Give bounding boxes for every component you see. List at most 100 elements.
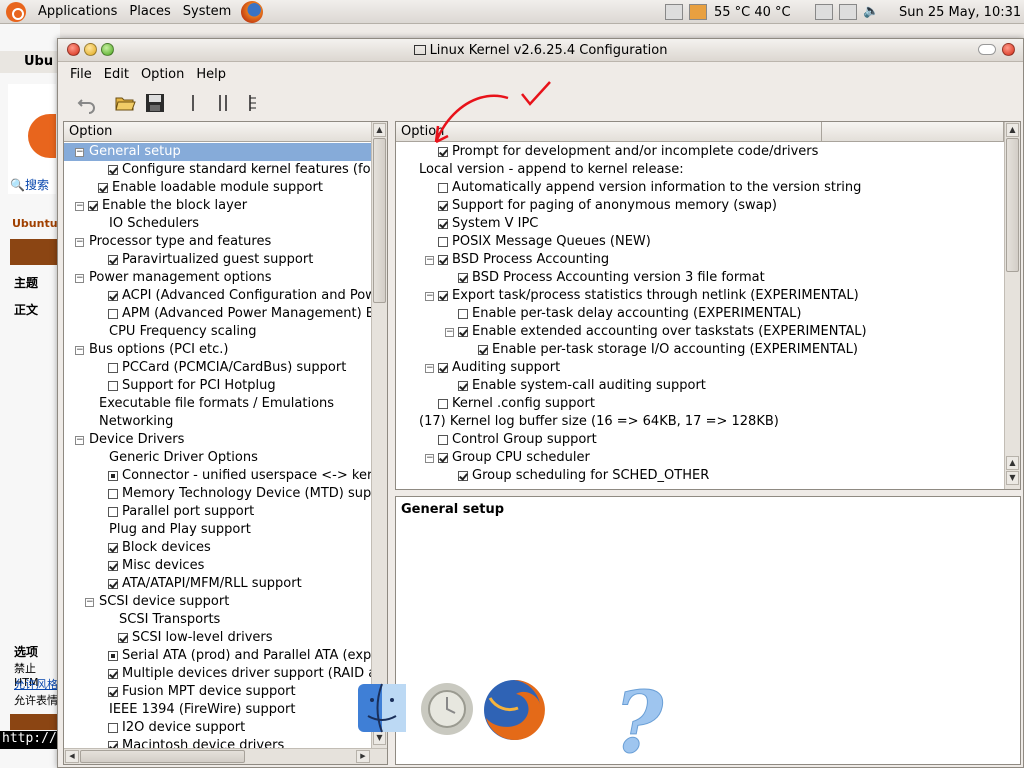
close-right-button[interactable] — [1002, 43, 1015, 56]
option-checkbox[interactable] — [458, 327, 468, 337]
collapse-toggle-icon[interactable]: − — [75, 346, 84, 355]
tree-item-row[interactable]: CPU Frequency scaling — [64, 323, 372, 341]
tree-item-row[interactable]: ATA/ATAPI/MFM/RLL support — [64, 575, 372, 593]
option-checkbox[interactable] — [108, 165, 118, 175]
tree-item-row[interactable]: Configure standard kernel features (for … — [64, 161, 387, 179]
option-checkbox[interactable] — [108, 579, 118, 589]
option-checkbox[interactable] — [438, 435, 448, 445]
right-column-header-2[interactable] — [822, 122, 1004, 142]
left-scroll-thumb[interactable] — [373, 138, 386, 303]
tree-item-row[interactable]: − Device Drivers — [64, 431, 372, 449]
split-view-icon[interactable] — [208, 90, 238, 116]
config-item-row[interactable]: POSIX Message Queues (NEW) — [396, 233, 1004, 251]
left-horizontal-scrollbar[interactable]: ◀ ▶ — [64, 748, 387, 764]
tree-item-row[interactable]: Paravirtualized guest support — [64, 251, 372, 269]
save-disk-icon[interactable] — [140, 90, 170, 116]
tree-item-row[interactable]: Fusion MPT device support — [64, 683, 372, 701]
tree-item-row[interactable]: − Power management options — [64, 269, 372, 287]
scroll-up-arrow[interactable]: ▲ — [1006, 123, 1019, 137]
tree-item-row[interactable]: − Enable the block layer — [64, 197, 372, 215]
collapse-toggle-icon[interactable]: − — [425, 256, 434, 265]
config-item-row[interactable]: − Group CPU scheduler — [396, 449, 1004, 467]
printer-icon[interactable] — [815, 4, 833, 20]
network-icon[interactable] — [839, 4, 857, 20]
option-checkbox[interactable] — [108, 291, 118, 301]
option-checkbox[interactable] — [108, 561, 118, 571]
volume-icon[interactable]: 🔈 — [863, 4, 881, 20]
left-column-header[interactable]: Option — [64, 122, 372, 142]
menu-option[interactable]: Option — [135, 67, 190, 82]
option-checkbox[interactable] — [438, 183, 448, 193]
scroll-left-arrow[interactable]: ◀ — [65, 750, 79, 763]
collapse-toggle-icon[interactable]: − — [75, 202, 84, 211]
tree-item-row[interactable]: Networking — [64, 413, 372, 431]
option-checkbox[interactable] — [458, 273, 468, 283]
option-checkbox[interactable] — [458, 381, 468, 391]
option-checkbox[interactable] — [438, 399, 448, 409]
option-checkbox[interactable] — [108, 309, 118, 319]
full-view-icon[interactable] — [238, 90, 268, 116]
tree-item-row[interactable]: Serial ATA (prod) and Parallel ATA (expe… — [64, 647, 387, 665]
left-hscroll-thumb[interactable] — [80, 750, 245, 763]
window-titlebar[interactable]: Linux Kernel v2.6.25.4 Configuration — [58, 39, 1023, 62]
option-checkbox[interactable] — [108, 363, 118, 373]
tree-item-row[interactable]: IEEE 1394 (FireWire) support — [64, 701, 372, 719]
config-item-row[interactable]: (17) Kernel log buffer size (16 => 64KB,… — [396, 413, 1004, 431]
tree-item-row[interactable]: Connector - unified userspace <-> kernel… — [64, 467, 387, 485]
option-checkbox[interactable] — [98, 183, 108, 193]
option-checkbox[interactable] — [108, 669, 118, 679]
system-menu[interactable]: System — [177, 0, 237, 24]
collapse-toggle-icon[interactable]: − — [75, 436, 84, 445]
search-link[interactable]: 🔍搜索 — [10, 176, 49, 193]
right-vertical-scrollbar[interactable]: ▲ ▲ ▼ — [1004, 122, 1020, 489]
config-item-row[interactable]: − Export task/process statistics through … — [396, 287, 1004, 305]
tree-item-row[interactable]: − SCSI device support — [64, 593, 372, 611]
notes-icon[interactable] — [665, 4, 683, 20]
tree-item-row[interactable]: APM (Advanced Power Management) BIOS sup… — [64, 305, 387, 323]
config-item-row[interactable]: − Enable extended accounting over tasksta… — [396, 323, 1004, 341]
weather-icon[interactable] — [689, 4, 707, 20]
config-item-row[interactable]: Enable per-task delay accounting (EXPERI… — [396, 305, 1004, 323]
config-item-row[interactable]: Control Group support — [396, 431, 1004, 449]
shade-button[interactable] — [978, 44, 996, 55]
tree-item-row[interactable]: Memory Technology Device (MTD) support — [64, 485, 387, 503]
menu-help[interactable]: Help — [190, 67, 232, 82]
finder-icon[interactable] — [354, 680, 410, 739]
option-checkbox[interactable] — [118, 633, 128, 643]
tree-item-row[interactable]: − General setup — [64, 143, 372, 161]
collapse-toggle-icon[interactable]: − — [75, 238, 84, 247]
tree-item-row[interactable]: Parallel port support — [64, 503, 372, 521]
option-checkbox[interactable] — [438, 255, 448, 265]
tree-item-row[interactable]: SCSI Transports — [64, 611, 372, 629]
config-item-row[interactable]: Kernel .config support — [396, 395, 1004, 413]
tree-item-row[interactable]: ACPI (Advanced Configuration and Power I… — [64, 287, 387, 305]
config-item-row[interactable]: − Auditing support — [396, 359, 1004, 377]
tree-item-row[interactable]: Enable loadable module support — [64, 179, 372, 197]
undo-icon[interactable] — [72, 90, 102, 116]
option-checkbox[interactable] — [108, 651, 118, 661]
option-checkbox[interactable] — [458, 471, 468, 481]
firefox-launcher-icon[interactable] — [241, 0, 264, 23]
right-scroll-thumb[interactable] — [1006, 138, 1019, 272]
option-checkbox[interactable] — [438, 291, 448, 301]
places-menu[interactable]: Places — [123, 0, 176, 24]
option-checkbox[interactable] — [108, 471, 118, 481]
ubuntu-logo-icon[interactable] — [6, 1, 26, 22]
option-checkbox[interactable] — [438, 237, 448, 247]
menu-edit[interactable]: Edit — [98, 67, 135, 82]
config-item-row[interactable]: Enable system-call auditing support — [396, 377, 1004, 395]
option-checkbox[interactable] — [88, 201, 98, 211]
option-checkbox[interactable] — [438, 363, 448, 373]
config-item-row[interactable]: BSD Process Accounting version 3 file fo… — [396, 269, 1004, 287]
tree-item-row[interactable]: Support for PCI Hotplug — [64, 377, 372, 395]
config-item-row[interactable]: System V IPC — [396, 215, 1004, 233]
menu-tree-pane[interactable]: Option − General setup Configure standard … — [63, 121, 388, 765]
firefox-icon[interactable] — [482, 678, 546, 745]
config-item-row[interactable]: Support for paging of anonymous memory (… — [396, 197, 1004, 215]
scroll-down-arrow[interactable]: ▼ — [1006, 471, 1019, 485]
tree-item-row[interactable]: Generic Driver Options — [64, 449, 372, 467]
tree-item-row[interactable]: I2O device support — [64, 719, 372, 737]
applications-menu[interactable]: Applications — [32, 0, 123, 24]
config-list-pane[interactable]: Option Prompt for development and/or inc… — [395, 121, 1021, 490]
tree-item-row[interactable]: Multiple devices driver support (RAID an… — [64, 665, 387, 683]
